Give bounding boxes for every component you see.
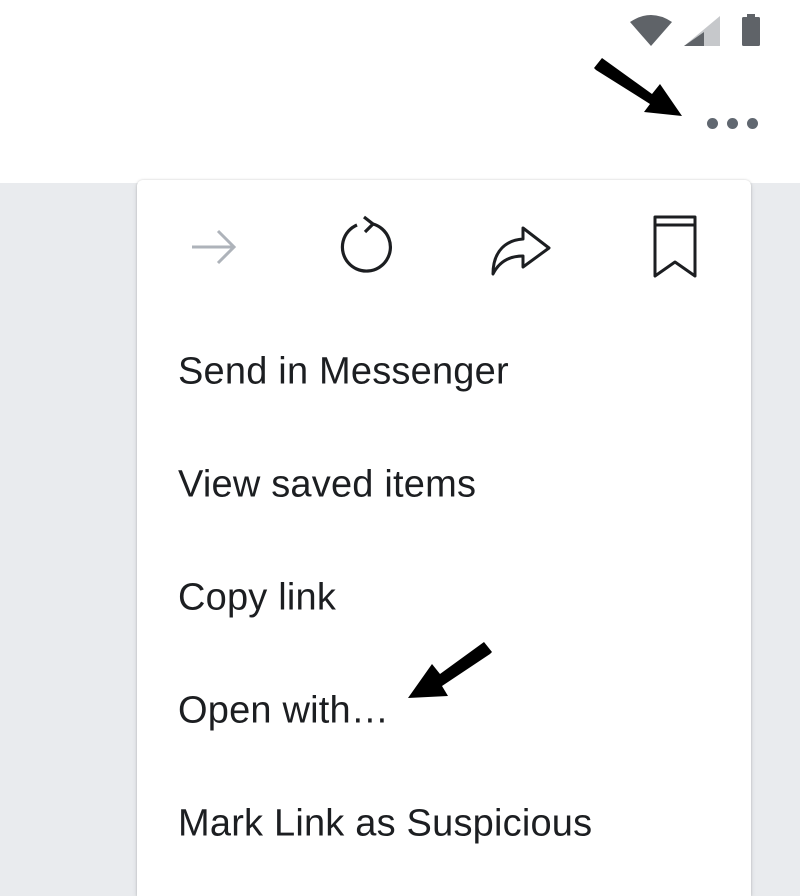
menu-item-view-saved-items[interactable]: View saved items (137, 440, 751, 530)
refresh-button[interactable] (331, 212, 401, 282)
status-bar (628, 14, 778, 48)
forward-button[interactable] (178, 212, 248, 282)
menu-item-copy-link[interactable]: Copy link (137, 553, 751, 643)
menu-item-label: Send in Messenger (178, 350, 509, 393)
save-bookmark-button[interactable] (639, 212, 709, 282)
annotation-arrow-to-open-with (408, 642, 492, 698)
battery-icon (742, 14, 760, 46)
annotation-arrow-to-more (594, 58, 682, 116)
menu-item-label: Copy link (178, 576, 337, 619)
forward-arrow-icon (192, 229, 237, 265)
menu-item-mark-link-suspicious[interactable]: Mark Link as Suspicious (137, 779, 751, 869)
cellular-signal-icon (684, 16, 720, 46)
more-options-button[interactable] (700, 106, 766, 142)
menu-item-label: View saved items (178, 463, 477, 506)
menu-icon-row (137, 180, 751, 330)
overflow-menu: Send in Messenger View saved items Copy … (137, 180, 751, 896)
bookmark-icon (653, 215, 697, 278)
menu-item-send-in-messenger[interactable]: Send in Messenger (137, 327, 751, 417)
refresh-icon (340, 215, 392, 273)
share-icon (491, 226, 551, 276)
menu-item-label: Mark Link as Suspicious (178, 802, 593, 845)
menu-item-label: Open with… (178, 689, 390, 732)
browser-top-bar (0, 0, 800, 183)
share-button[interactable] (485, 212, 555, 282)
wifi-icon (630, 15, 672, 46)
